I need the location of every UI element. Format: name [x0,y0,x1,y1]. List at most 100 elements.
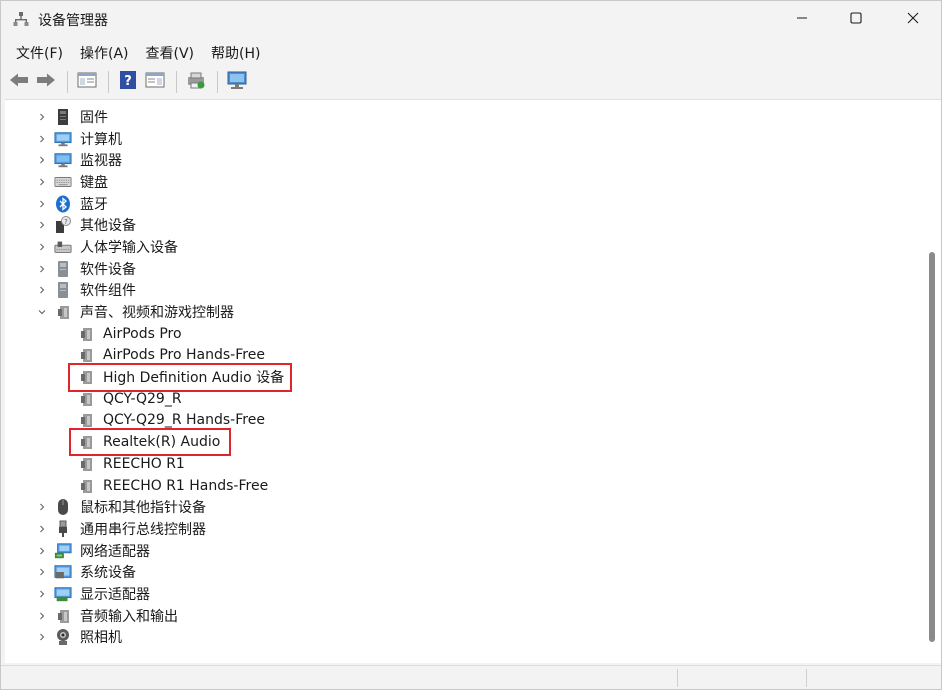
menu-view[interactable]: 查看(V) [139,41,202,65]
tree-node-reecho-r1[interactable]: REECHO R1 [5,453,921,475]
tree-node-qcy-q29-r-hands-free[interactable]: QCY-Q29_R Hands-Free [5,410,921,432]
chevron-right-icon[interactable] [35,630,49,644]
chevron-right-icon[interactable] [35,175,49,189]
chevron-right-icon[interactable] [35,197,49,211]
tree-node-usb-controllers[interactable]: 通用串行总线控制器 [5,518,921,540]
tree-node-label: 软件组件 [80,283,136,300]
speaker-icon [77,390,95,408]
tree-node-mice[interactable]: 鼠标和其他指针设备 [5,496,921,518]
vertical-scrollbar[interactable] [921,100,941,663]
chevron-right-icon[interactable] [35,110,49,124]
tree-node-label: REECHO R1 [103,455,185,472]
tree-node-cameras[interactable]: 照相机 [5,627,921,649]
tree-node-label: 其他设备 [80,218,136,235]
tree-node-label: Realtek(R) Audio [103,434,221,451]
keyboard-icon [54,173,72,191]
tree-node-high-definition-audio[interactable]: High Definition Audio 设备 [5,366,921,388]
tree-node-system-devices[interactable]: 系统设备 [5,561,921,583]
display-adapter-icon [54,585,72,603]
tree-node-label: 音频输入和输出 [80,608,178,625]
tree-node-label: 人体学输入设备 [80,239,178,256]
show-hide-console-tree-icon [77,71,97,93]
tree-node-label: 照相机 [80,630,122,647]
status-divider [806,669,807,687]
properties-button[interactable] [144,71,166,93]
chevron-right-icon[interactable] [35,522,49,536]
menu-help[interactable]: 帮助(H) [204,41,267,65]
computer-icon [54,130,72,148]
help-icon: ? [119,70,137,94]
back-arrow-icon [9,72,29,92]
system-device-icon [54,563,72,581]
tree-node-sound-video-game-controllers[interactable]: 声音、视频和游戏控制器 [5,301,921,323]
update-driver-button[interactable] [185,71,207,93]
chevron-right-icon[interactable] [35,500,49,514]
device-tree-panel[interactable]: 固件 计算机 监视器 键盘 蓝牙 ? 其他设备 人体学输入设备 软件设备 软件组… [5,99,941,663]
update-driver-icon [186,70,206,94]
usb-icon [54,520,72,538]
tree-node-label: 软件设备 [80,261,136,278]
status-divider [677,669,678,687]
title-bar[interactable]: 设备管理器 [1,1,941,39]
tree-node-hid[interactable]: 人体学输入设备 [5,236,921,258]
tree-node-other-devices[interactable]: ? 其他设备 [5,214,921,236]
tree-node-software-components[interactable]: 软件组件 [5,280,921,302]
monitor-icon [54,151,72,169]
toolbar-separator [67,71,68,93]
speaker-icon [77,455,95,473]
tree-node-software-devices[interactable]: 软件设备 [5,258,921,280]
chevron-right-icon[interactable] [35,218,49,232]
toolbar-separator [176,71,177,93]
tree-node-qcy-q29-r[interactable]: QCY-Q29_R [5,388,921,410]
chevron-right-icon[interactable] [35,153,49,167]
chevron-down-icon[interactable] [35,305,49,319]
chevron-right-icon[interactable] [35,262,49,276]
bluetooth-icon [54,195,72,213]
maximize-button[interactable] [833,1,879,39]
back-button[interactable] [8,71,30,93]
tree-node-computer[interactable]: 计算机 [5,128,921,150]
tree-node-label: 计算机 [80,131,122,148]
close-icon [907,12,919,28]
chevron-right-icon[interactable] [35,565,49,579]
tree-node-keyboard[interactable]: 键盘 [5,171,921,193]
chevron-right-icon[interactable] [35,587,49,601]
tree-node-display-adapters[interactable]: 显示适配器 [5,583,921,605]
tree-node-airpods-pro-hands-free[interactable]: AirPods Pro Hands-Free [5,345,921,367]
chevron-right-icon[interactable] [35,132,49,146]
scrollbar-thumb[interactable] [929,252,935,642]
tree-node-label: 系统设备 [80,565,136,582]
show-hide-console-tree-button[interactable] [76,71,98,93]
chevron-right-icon[interactable] [35,544,49,558]
tree-node-label: 声音、视频和游戏控制器 [80,305,234,322]
tree-node-label: QCY-Q29_R [103,390,182,407]
help-button[interactable]: ? [117,71,139,93]
device-tree: 固件 计算机 监视器 键盘 蓝牙 ? 其他设备 人体学输入设备 软件设备 软件组… [5,106,921,648]
speaker-icon [77,433,95,451]
minimize-icon [796,12,808,28]
scan-hardware-button[interactable] [226,71,248,93]
minimize-button[interactable] [779,1,825,39]
tree-node-label: High Definition Audio 设备 [103,370,285,387]
tree-node-monitor[interactable]: 监视器 [5,149,921,171]
chevron-right-icon[interactable] [35,283,49,297]
tree-node-firmware[interactable]: 固件 [5,106,921,128]
chevron-right-icon[interactable] [35,609,49,623]
tree-node-reecho-r1-hands-free[interactable]: REECHO R1 Hands-Free [5,475,921,497]
tree-node-audio-inputs-outputs[interactable]: 音频输入和输出 [5,605,921,627]
svg-text:?: ? [124,74,132,89]
tree-node-network-adapters[interactable]: 网络适配器 [5,540,921,562]
menu-file[interactable]: 文件(F) [9,41,70,65]
tree-node-label: 固件 [80,109,108,126]
menu-action[interactable]: 操作(A) [73,41,136,65]
forward-button[interactable] [35,71,57,93]
window-title: 设备管理器 [38,13,108,29]
device-manager-window: 设备管理器 文件(F) 操作(A) 查看(V) 帮助(H) ? 固件 计算机 监… [0,0,942,690]
tree-node-airpods-pro[interactable]: AirPods Pro [5,323,921,345]
chevron-right-icon[interactable] [35,240,49,254]
status-bar [1,665,941,689]
close-button[interactable] [890,1,936,39]
tree-node-bluetooth[interactable]: 蓝牙 [5,193,921,215]
tree-node-realtek-audio[interactable]: Realtek(R) Audio [5,431,921,453]
svg-text:?: ? [64,218,68,226]
